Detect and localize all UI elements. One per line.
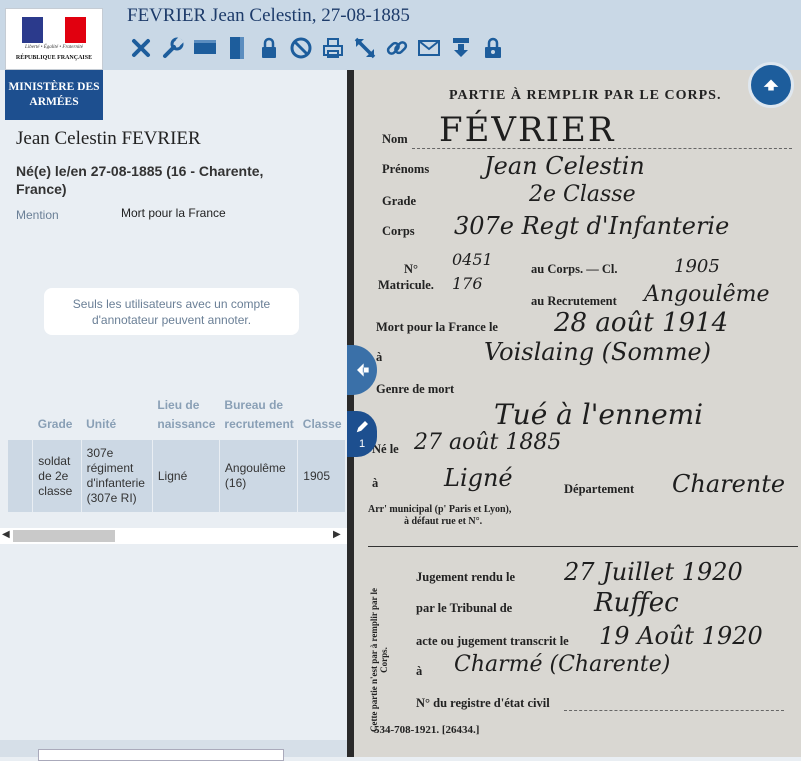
expand-icon[interactable]	[351, 34, 379, 62]
table-header-unite: Unité	[86, 417, 117, 431]
mention-value: Mort pour la France	[121, 206, 226, 220]
top-bar: FEVRIER Jean Celestin, 27-08-1885	[0, 0, 801, 70]
doc-hw-transcrit: 19 Août 1920	[599, 622, 763, 650]
doc-label-matricule: Matricule.	[378, 278, 434, 292]
doc-hw-transcrit-a: Charmé (Charente)	[454, 652, 671, 677]
link-icon[interactable]	[383, 34, 411, 62]
doc-hw-ne-a: Ligné	[444, 464, 513, 492]
table-row[interactable]: soldat de 2e classe 307e régiment d'infa…	[8, 440, 346, 512]
annotation-count: 1	[358, 438, 366, 450]
ministry-logo[interactable]: Liberté • Égalité • Fraternité RÉPUBLIQU…	[5, 8, 103, 120]
table-header-grade: Grade	[37, 417, 73, 431]
doc-separator	[368, 546, 798, 547]
logo-republique: RÉPUBLIQUE FRANÇAISE	[15, 55, 93, 61]
table-header-lieu: Lieu de naissance	[157, 398, 216, 431]
doc-hw-corps: 307e Regt d'Infanterie	[454, 212, 730, 240]
table-cell-lieu: Ligné	[152, 440, 220, 512]
doc-label-a2: à	[372, 476, 379, 490]
doc-label-departement: Département	[564, 482, 635, 496]
doc-hw-no-recr: 176	[452, 274, 483, 293]
lock-icon[interactable]	[255, 34, 283, 62]
doc-label-a3: à	[416, 664, 423, 678]
doc-label-tribunal: par le Tribunal de	[416, 601, 513, 615]
scroll-right-icon[interactable]: ▶	[333, 529, 341, 540]
record-panel: Jean Celestin FEVRIER Né(e) le/en 27-08-…	[0, 70, 347, 740]
mail-icon[interactable]	[415, 34, 443, 62]
doc-hw-genre: Tué à l'ennemi	[494, 398, 704, 431]
table-header-classe: Classe	[302, 417, 342, 431]
table-cell-classe: 1905	[297, 440, 346, 512]
table-cell-grade: soldat de 2e classe	[32, 440, 82, 512]
bottom-input[interactable]	[38, 749, 284, 761]
arrow-left-icon	[357, 363, 369, 377]
doc-label-no: N°	[404, 262, 419, 276]
marianne-flag	[22, 17, 86, 43]
doc-hw-prenoms: Jean Celestin	[484, 152, 645, 180]
doc-hw-recr: Angoulême	[644, 282, 770, 307]
arrow-up-icon	[763, 79, 779, 91]
doc-label-registre: N° du registre d'état civil	[416, 696, 550, 710]
logo-motto: Liberté • Égalité • Fraternité	[25, 45, 83, 50]
page-title: FEVRIER Jean Celestin, 27-08-1885	[127, 5, 410, 26]
doc-label-defaut: à défaut rue et N°.	[404, 516, 483, 527]
doc-hw-classe: 1905	[674, 256, 720, 277]
mention-label: Mention	[16, 208, 59, 222]
bottom-bar	[0, 740, 347, 761]
scanned-record: PARTIE À REMPLIR PAR LE CORPS. Nom FÉVRI…	[354, 70, 801, 757]
doc-line	[564, 710, 784, 711]
doc-line	[412, 148, 792, 149]
doc-label-mort-pour: Mort pour la France le	[376, 320, 498, 334]
doc-hw-lieu-mort: Voislaing (Somme)	[484, 338, 712, 366]
doc-label-prenoms: Prénoms	[382, 162, 430, 176]
doc-label-genre: Genre de mort	[376, 382, 455, 396]
lock-user-icon[interactable]	[479, 34, 507, 62]
doc-hw-tribunal: Ruffec	[594, 588, 679, 618]
table-cell-unite: 307e régiment d'infanterie (307e RI)	[81, 440, 153, 512]
birth-info: Né(e) le/en 27-08-1885 (16 - Charente, F…	[16, 163, 264, 197]
doc-label-a1: à	[376, 350, 383, 364]
doc-label-grade: Grade	[382, 194, 417, 208]
doc-footer: 534-708-1921. [26434.]	[374, 724, 480, 736]
pencil-icon	[356, 421, 368, 433]
doc-hw-date-mort: 28 août 1914	[554, 308, 729, 338]
table-cell-bureau: Angoulême (16)	[219, 440, 299, 512]
horizontal-scrollbar[interactable]: ◀ ▶	[0, 528, 347, 544]
doc-label-jugement: Jugement rendu le	[416, 570, 516, 584]
doc-label-au-recrutement: au Recrutement	[531, 294, 617, 308]
forbidden-icon[interactable]	[287, 34, 315, 62]
scrollbar-thumb[interactable]	[13, 530, 115, 542]
doc-hw-jug-date: 27 Juillet 1920	[564, 558, 743, 586]
document-viewer[interactable]: PARTIE À REMPLIR PAR LE CORPS. Nom FÉVRI…	[347, 70, 801, 757]
table-header-blank	[8, 392, 33, 440]
table-cell-blank	[8, 440, 34, 512]
close-icon[interactable]	[127, 34, 155, 62]
doc-label-arr: Arr' municipal (p' Paris et Lyon),	[368, 504, 512, 515]
print-icon[interactable]	[319, 34, 347, 62]
annotator-notice: Seuls les utilisateurs avec un compte d'…	[44, 288, 299, 335]
doc-label-nom: Nom	[382, 132, 408, 146]
doc-heading: PARTIE À REMPLIR PAR LE CORPS.	[449, 88, 722, 103]
doc-hw-no-corps: 0451	[452, 250, 493, 269]
doc-label-acte: acte ou jugement transcrit le	[416, 634, 569, 648]
doc-label-corps: Corps	[382, 224, 415, 238]
service-table: Grade Unité Lieu de naissance Bureau de …	[8, 392, 346, 512]
doc-side-note: Cette partie n'est par à remplir par le …	[369, 587, 389, 733]
view-horizontal-icon[interactable]	[191, 34, 219, 62]
logo-ministry: MINISTÈRE DES ARMÉES	[5, 70, 103, 120]
doc-hw-dept: Charente	[672, 470, 786, 498]
scroll-left-icon[interactable]: ◀	[2, 529, 10, 540]
doc-label-au-corps: au Corps. — Cl.	[531, 262, 618, 276]
doc-hw-grade: 2e Classe	[529, 182, 636, 207]
doc-label-ne-le: Né le	[372, 442, 399, 456]
doc-hw-nom: FÉVRIER	[439, 110, 616, 150]
table-header-bureau: Bureau de recrutement	[224, 398, 294, 431]
person-name: Jean Celestin FEVRIER	[16, 128, 201, 149]
toolbar	[127, 34, 507, 62]
view-vertical-icon[interactable]	[223, 34, 251, 62]
wrench-icon[interactable]	[159, 34, 187, 62]
doc-hw-ne-le: 27 août 1885	[414, 430, 562, 455]
download-icon[interactable]	[447, 34, 475, 62]
scroll-up-button[interactable]	[748, 62, 794, 108]
